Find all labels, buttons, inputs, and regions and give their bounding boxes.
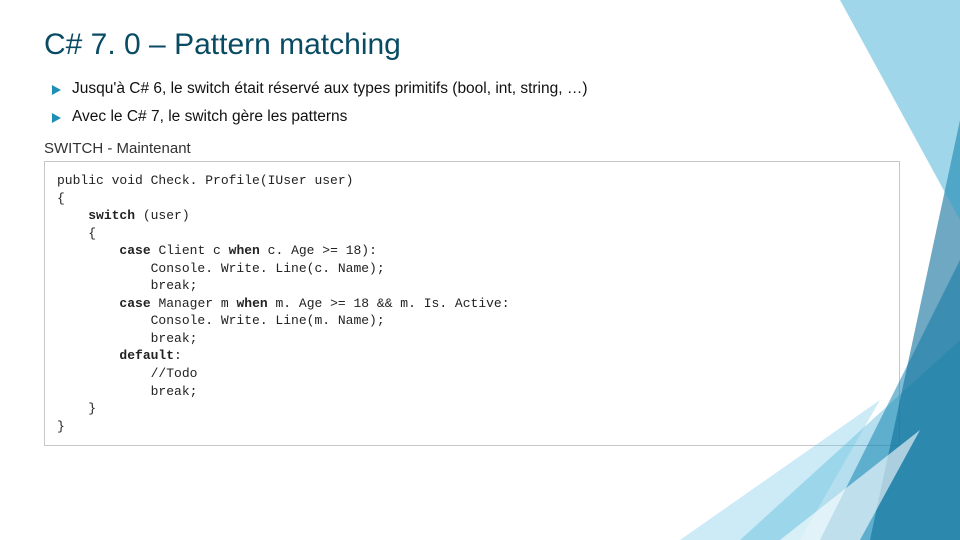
code-text [57,296,119,311]
code-text [57,243,119,258]
code-text: Client c [151,243,229,258]
bullet-item: Jusqu'à C# 6, le switch était réservé au… [72,80,916,98]
code-line: break; [57,331,197,346]
code-keyword: when [236,296,267,311]
code-line: } [57,401,96,416]
code-line: break; [57,384,197,399]
code-line: Console. Write. Line(c. Name); [57,261,385,276]
code-text: Manager m [151,296,237,311]
code-text [57,348,119,363]
code-keyword: when [229,243,260,258]
slide: C# 7. 0 – Pattern matching Jusqu'à C# 6,… [0,0,960,540]
code-keyword: case [119,243,150,258]
code-line: { [57,191,65,206]
code-block: public void Check. Profile(IUser user) {… [44,161,900,446]
code-line: Console. Write. Line(m. Name); [57,313,385,328]
code-text: (user) [135,208,190,223]
code-line: //Todo [57,366,197,381]
code-line: public void Check. Profile(IUser user) [57,173,353,188]
code-text: m. Age >= 18 && m. Is. Active: [268,296,510,311]
code-keyword: case [119,296,150,311]
code-keyword: switch [88,208,135,223]
bullet-list: Jusqu'à C# 6, le switch était réservé au… [44,80,916,126]
code-text: : [174,348,182,363]
code-keyword: default [119,348,174,363]
code-line [57,208,88,223]
code-line: break; [57,278,197,293]
code-line: } [57,419,65,434]
code-subhead: SWITCH - Maintenant [44,140,916,157]
slide-title: C# 7. 0 – Pattern matching [44,28,916,62]
code-text: c. Age >= 18): [260,243,377,258]
code-line: { [57,226,96,241]
bullet-item: Avec le C# 7, le switch gère les pattern… [72,108,916,126]
